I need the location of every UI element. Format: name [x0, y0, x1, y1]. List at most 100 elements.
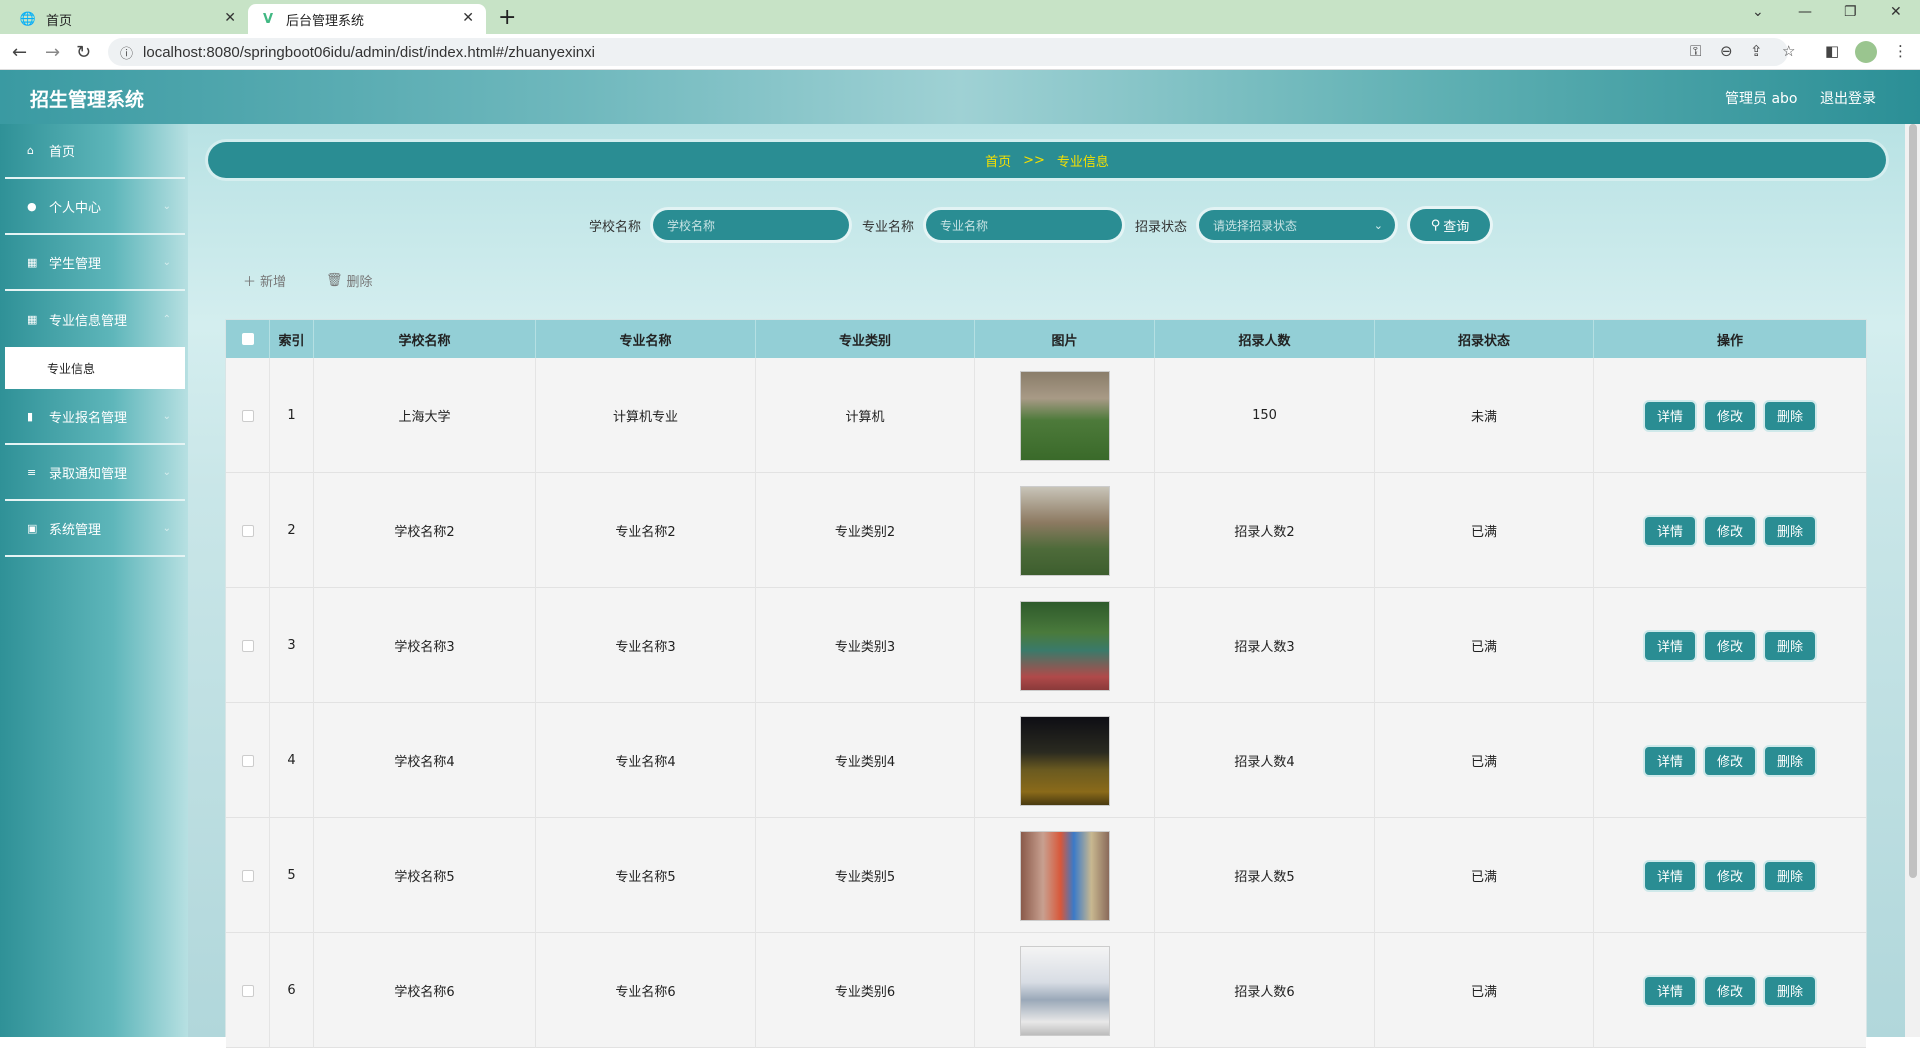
- edit-button[interactable]: 修改: [1704, 401, 1755, 430]
- sidebar-item-admission[interactable]: ≡ 录取通知管理 ⌄: [5, 446, 185, 501]
- detail-button[interactable]: 详情: [1644, 976, 1695, 1005]
- campus-pavilion-photo[interactable]: [1019, 485, 1110, 576]
- book-illustration-photo[interactable]: [1019, 945, 1110, 1036]
- close-icon[interactable]: ✕: [462, 10, 474, 26]
- browser-tab-home[interactable]: 🌐 首页 ✕: [8, 4, 248, 34]
- sidebar-item-home[interactable]: ⌂ 首页: [5, 124, 185, 179]
- table-row: 2 学校名称2 专业名称2 专业类别2 招录人数2 已满 详情 修改 删除: [226, 473, 1866, 588]
- detail-button[interactable]: 详情: [1644, 401, 1695, 430]
- chevron-down-icon: ⌄: [162, 467, 171, 478]
- new-tab-icon[interactable]: +: [498, 5, 516, 30]
- profile-avatar[interactable]: [1855, 41, 1877, 63]
- restore-icon[interactable]: ❐: [1844, 4, 1857, 20]
- table-cell: 学校名称3: [314, 588, 536, 703]
- share-icon[interactable]: ⇪: [1750, 42, 1763, 60]
- major-input[interactable]: 专业名称: [926, 210, 1123, 240]
- sidebar-item-system[interactable]: ▣ 系统管理 ⌄: [5, 502, 185, 557]
- forward-icon[interactable]: →: [45, 42, 60, 63]
- night-field-photo[interactable]: [1019, 715, 1110, 806]
- school-input[interactable]: 学校名称: [653, 210, 850, 240]
- edit-button[interactable]: 修改: [1704, 746, 1755, 775]
- info-icon[interactable]: ⓘ: [120, 43, 133, 62]
- edit-button[interactable]: 修改: [1704, 631, 1755, 660]
- row-school: 学校名称6: [394, 985, 455, 1000]
- table-row: 4 学校名称4 专业名称4 专业类别4 招录人数4 已满 详情 修改 删除: [226, 703, 1866, 818]
- sidepanel-icon[interactable]: ◧: [1825, 42, 1839, 60]
- key-icon[interactable]: ⚿: [1690, 42, 1701, 60]
- row-major: 专业名称5: [615, 870, 676, 885]
- menu-icon[interactable]: ⋮: [1893, 42, 1908, 60]
- row-checkbox[interactable]: [241, 984, 254, 997]
- basketball-court-photo[interactable]: [1019, 600, 1110, 691]
- table-cell: 已满: [1375, 933, 1594, 1048]
- close-icon[interactable]: ✕: [224, 10, 236, 26]
- sidebar-subitem-major-info[interactable]: 专业信息: [5, 347, 185, 389]
- bulk-delete-button[interactable]: 🗑 删除: [326, 271, 373, 290]
- table-cell: 专业名称5: [536, 818, 756, 933]
- detail-button[interactable]: 详情: [1644, 861, 1695, 890]
- delete-button[interactable]: 删除: [1765, 976, 1816, 1005]
- delete-button[interactable]: 删除: [1765, 631, 1816, 660]
- back-icon[interactable]: ←: [12, 42, 27, 63]
- app-title: 招生管理系统: [30, 89, 145, 111]
- row-checkbox[interactable]: [241, 409, 254, 422]
- row-checkbox[interactable]: [241, 754, 254, 767]
- sidebar-item-profile[interactable]: ● 个人中心 ⌄: [5, 180, 185, 235]
- row-checkbox[interactable]: [241, 869, 254, 882]
- logout-link[interactable]: 退出登录: [1820, 88, 1876, 108]
- page-scrollbar[interactable]: [1905, 124, 1920, 1037]
- table-cell: 计算机专业: [536, 358, 756, 473]
- search-status: 招录状态 请选择招录状态 ⌄: [1135, 210, 1396, 240]
- sidebar-item-major-info[interactable]: ▦ 专业信息管理 ⌃: [5, 292, 185, 347]
- row-index: 1: [287, 408, 296, 423]
- row-checkbox[interactable]: [241, 524, 254, 537]
- scrollbar-thumb[interactable]: [1909, 124, 1917, 878]
- campus-building-photo[interactable]: [1019, 370, 1110, 461]
- select-all-checkbox[interactable]: [241, 333, 254, 345]
- row-major: 专业名称2: [615, 525, 676, 540]
- col-count: 招录人数: [1155, 320, 1375, 358]
- chevron-down-icon[interactable]: ⌄: [1752, 4, 1764, 20]
- breadcrumb-home[interactable]: 首页: [985, 151, 1011, 170]
- table-row: 5 学校名称5 专业名称5 专业类别5 招录人数5 已满 详情 修改 删除: [226, 818, 1866, 933]
- chart-icon: ▮: [27, 410, 34, 423]
- row-category: 专业类别5: [834, 870, 896, 885]
- status-select[interactable]: 请选择招录状态 ⌄: [1199, 210, 1396, 240]
- delete-button[interactable]: 删除: [1765, 516, 1816, 545]
- sidebar-item-label: 专业信息管理: [49, 314, 128, 329]
- table-cell: [226, 588, 270, 703]
- delete-button[interactable]: 删除: [1765, 746, 1816, 775]
- browser-tab-admin[interactable]: V 后台管理系统 ✕: [248, 4, 486, 34]
- add-button[interactable]: ＋ 新增: [243, 271, 286, 290]
- sidebar-item-students[interactable]: ▦ 学生管理 ⌄: [5, 236, 185, 291]
- delete-button[interactable]: 删除: [1765, 861, 1816, 890]
- window-close-icon[interactable]: ✕: [1890, 4, 1902, 20]
- app-header: 招生管理系统 管理员 abo 退出登录: [0, 70, 1920, 124]
- detail-button[interactable]: 详情: [1644, 746, 1695, 775]
- table-cell: 学校名称2: [314, 473, 536, 588]
- col-major: 专业名称: [536, 320, 756, 358]
- table-cell: 6: [270, 933, 314, 1048]
- delete-button[interactable]: 删除: [1765, 401, 1816, 430]
- edit-button[interactable]: 修改: [1704, 516, 1755, 545]
- row-checkbox[interactable]: [241, 639, 254, 652]
- row-status: 已满: [1470, 870, 1497, 885]
- zoom-icon[interactable]: ⊖: [1720, 42, 1733, 60]
- trash-icon: 🗑: [326, 273, 343, 288]
- edit-button[interactable]: 修改: [1704, 861, 1755, 890]
- detail-button[interactable]: 详情: [1644, 516, 1695, 545]
- minimize-icon[interactable]: —: [1798, 4, 1812, 20]
- row-category: 专业类别3: [834, 640, 896, 655]
- row-category: 专业类别2: [834, 525, 896, 540]
- edit-button[interactable]: 修改: [1704, 976, 1755, 1005]
- detail-button[interactable]: 详情: [1644, 631, 1695, 660]
- sidebar-item-registration[interactable]: ▮ 专业报名管理 ⌄: [5, 390, 185, 445]
- sculpture-photo[interactable]: [1019, 830, 1110, 921]
- reload-icon[interactable]: ↻: [76, 42, 91, 63]
- vue-logo-icon: V: [262, 11, 274, 27]
- address-bar[interactable]: ⓘ localhost:8080/springboot06idu/admin/d…: [108, 38, 1788, 66]
- star-icon[interactable]: ☆: [1782, 42, 1795, 60]
- table-cell: 3: [270, 588, 314, 703]
- query-button[interactable]: ⚲ 查询: [1410, 209, 1490, 241]
- breadcrumb-current: 专业信息: [1056, 154, 1109, 170]
